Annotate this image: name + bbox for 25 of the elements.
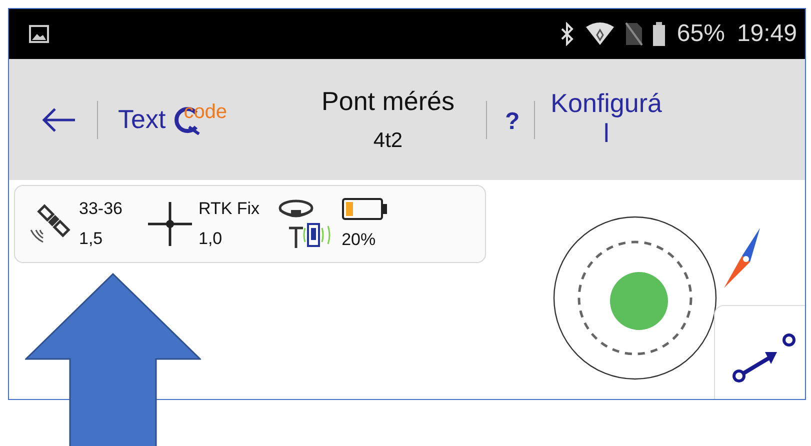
page-title: Pont mérés: [322, 86, 454, 117]
crosshair-icon: [148, 199, 192, 249]
app-name: Text: [118, 104, 166, 135]
configure-button[interactable]: Konfigurá l: [534, 88, 662, 148]
help-button[interactable]: ?: [487, 104, 534, 136]
battery-icon: [342, 198, 388, 220]
satellite-value: 1,5: [79, 229, 103, 249]
fix-value: 1,0: [198, 229, 222, 249]
satellite-count: 33-36: [79, 199, 122, 219]
back-arrow-icon: [41, 106, 77, 134]
battery-icon: [652, 22, 665, 46]
image-icon: [29, 25, 49, 43]
fix-status: RTK Fix: [198, 199, 260, 219]
receiver-battery: 20%: [342, 230, 376, 250]
wifi-icon: [584, 22, 615, 46]
battery-percent: 65%: [676, 20, 725, 48]
page-subtitle: 4t2: [373, 129, 403, 153]
stakeout-button[interactable]: [714, 305, 805, 399]
clock: 19:49: [736, 20, 797, 48]
line-points-icon: [731, 332, 797, 384]
no-sim-icon: [624, 22, 643, 46]
compass-needle-icon: [722, 226, 762, 290]
logo: code: [172, 104, 228, 134]
gnss-status-panel[interactable]: 33-36 1,5 RTK Fix 1,0 20%: [14, 185, 486, 263]
bluetooth-icon: [558, 22, 575, 46]
